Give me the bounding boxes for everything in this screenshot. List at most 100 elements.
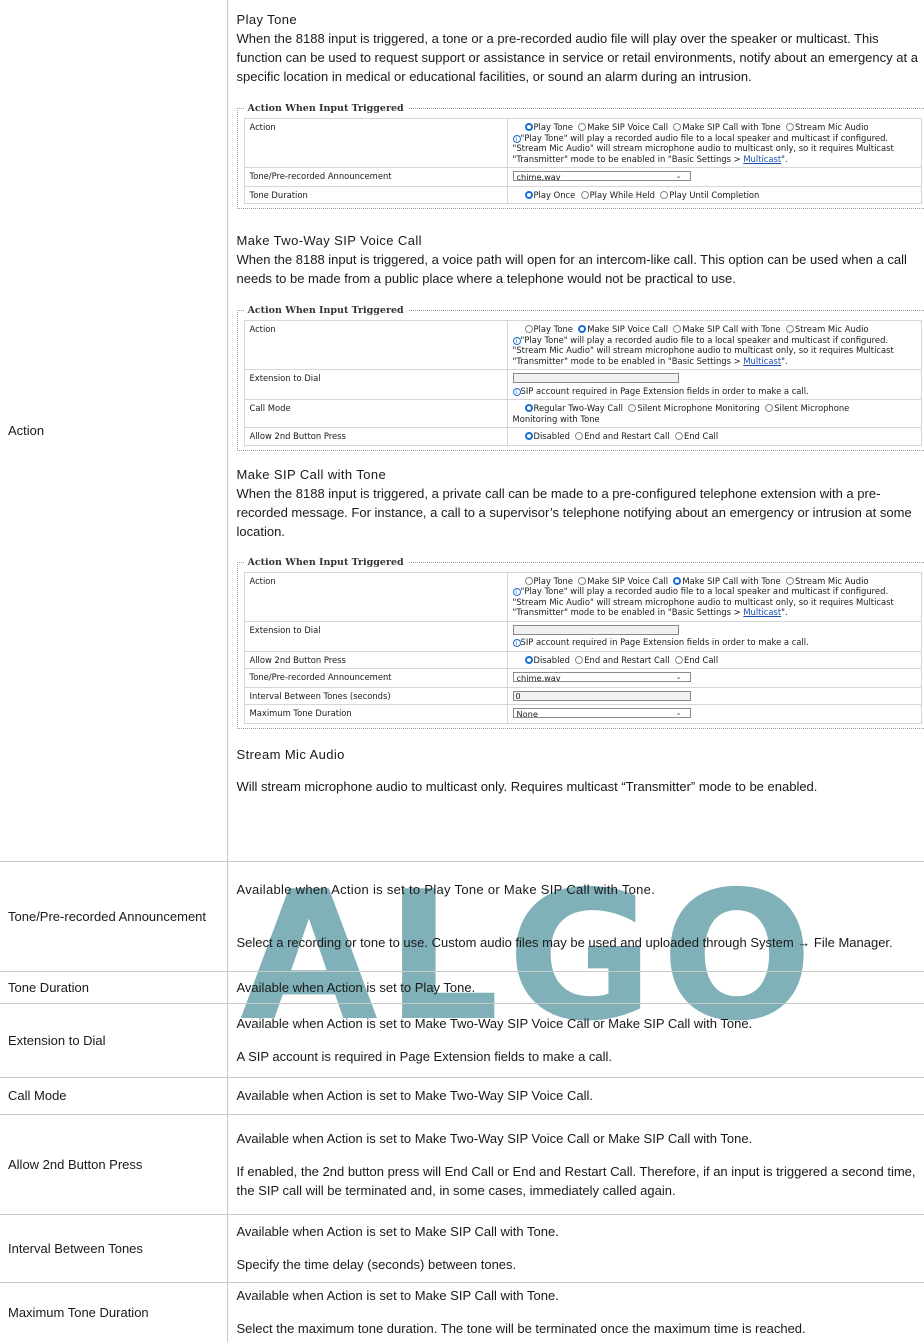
- panel-legend: Action When Input Triggered: [247, 556, 404, 568]
- chevron-down-icon: ⌄: [675, 172, 682, 180]
- row-label-max: Maximum Tone Duration: [0, 1282, 228, 1342]
- table-row: Extension to Dial Available when Action …: [0, 1003, 924, 1078]
- table-row: Allow 2nd Button Press Available when Ac…: [0, 1114, 924, 1215]
- stream-mic-body: Will stream microphone audio to multicas…: [236, 778, 818, 794]
- row-description: Available when Action is set to Make Two…: [227, 1114, 924, 1215]
- field-label: Action: [243, 320, 508, 370]
- row-label-tone: Tone/Pre-recorded Announcement: [0, 861, 228, 972]
- extension-input[interactable]: [512, 624, 679, 635]
- radio-icon[interactable]: [580, 190, 589, 199]
- sip-tone-body: When the 8188 input is triggered, a priv…: [236, 485, 912, 539]
- radio-icon[interactable]: [524, 655, 533, 664]
- radio-icon[interactable]: [674, 432, 683, 440]
- radio-icon[interactable]: [524, 404, 533, 412]
- field-label: Maximum Tone Duration: [243, 704, 508, 724]
- radio-icon[interactable]: [524, 123, 533, 131]
- row-label-call-mode: Call Mode: [0, 1077, 228, 1115]
- info-icon: i: [512, 387, 521, 396]
- field-label: Allow 2nd Button Press: [243, 650, 508, 669]
- field-label: Action: [243, 118, 508, 168]
- play-tone-body: When the 8188 input is triggered, a tone…: [236, 31, 918, 84]
- chevron-down-icon: ⌄: [675, 709, 682, 717]
- radio-icon[interactable]: [673, 123, 682, 131]
- radio-icon[interactable]: [524, 190, 533, 199]
- action-radio-group[interactable]: Play Tone Make SIP Voice Call Make SIP C…: [506, 571, 922, 622]
- radio-icon[interactable]: [673, 325, 682, 333]
- tone-select[interactable]: chime.wav ⌄: [512, 672, 691, 683]
- duration-radio-group[interactable]: Play Once Play While Held Play Until Com…: [506, 185, 922, 204]
- row-label-extension: Extension to Dial: [0, 1003, 228, 1078]
- table-row: Maximum Tone Duration Available when Act…: [0, 1282, 924, 1342]
- radio-icon[interactable]: [660, 190, 669, 199]
- two-way-title: Make Two-Way SIP Voice Call: [236, 233, 422, 248]
- settings-description-table: Action Play Tone When the 8188 input is …: [0, 0, 924, 1342]
- table-row: Action Play Tone When the 8188 input is …: [0, 0, 924, 862]
- press-radio-group[interactable]: Disabled End and Restart Call End Call: [506, 650, 922, 669]
- stream-mic-title: Stream Mic Audio: [236, 746, 345, 762]
- field-label: Action: [243, 571, 508, 622]
- field-label: Extension to Dial: [243, 369, 508, 400]
- table-row: Interval Between Tones Available when Ac…: [0, 1214, 924, 1283]
- row-description: Available when Action is set to Make SIP…: [236, 1288, 806, 1337]
- multicast-link[interactable]: Multicast: [743, 356, 781, 366]
- row-description: Available when Action is set to Make SIP…: [227, 1214, 924, 1283]
- field-label: Extension to Dial: [243, 620, 508, 652]
- action-radio-group[interactable]: Play Tone Make SIP Voice Call Make SIP C…: [506, 118, 922, 168]
- row-label-action: Action: [0, 0, 228, 862]
- action-radio-group[interactable]: Play Tone Make SIP Voice Call Make SIP C…: [506, 320, 922, 370]
- play-tone-panel: Action When Input Triggered Action Play …: [236, 99, 924, 209]
- extension-input[interactable]: [512, 373, 679, 383]
- panel-legend: Action When Input Triggered: [247, 103, 404, 114]
- play-tone-title: Play Tone: [236, 12, 297, 27]
- radio-icon[interactable]: [578, 325, 587, 333]
- row-description: Available when Action is set to Make Two…: [227, 1003, 924, 1078]
- chevron-down-icon: ⌄: [675, 673, 682, 681]
- radio-icon[interactable]: [578, 123, 587, 131]
- info-icon: i: [512, 639, 521, 647]
- field-label: Tone Duration: [243, 185, 508, 204]
- field-label: Allow 2nd Button Press: [243, 427, 508, 446]
- row-label-duration: Tone Duration: [0, 971, 228, 1004]
- field-label: Interval Between Tones (seconds): [243, 686, 508, 705]
- two-way-body: When the 8188 input is triggered, a voic…: [236, 252, 907, 286]
- multicast-link[interactable]: Multicast: [743, 154, 781, 164]
- radio-icon[interactable]: [674, 655, 683, 664]
- radio-icon[interactable]: [524, 576, 533, 585]
- action-description: Play Tone When the 8188 input is trigger…: [227, 0, 924, 862]
- info-icon: i: [512, 588, 521, 596]
- info-icon: i: [512, 336, 521, 345]
- row-description: Available when Action is set to Make Two…: [227, 1077, 924, 1115]
- two-way-panel: Action When Input Triggered Action Play …: [236, 301, 924, 451]
- row-label-press: Allow 2nd Button Press: [0, 1114, 228, 1215]
- sip-tone-panel: Action When Input Triggered Action Play …: [236, 552, 924, 729]
- multicast-link[interactable]: Multicast: [743, 607, 781, 617]
- sip-tone-title: Make SIP Call with Tone: [236, 466, 387, 482]
- field-label: Tone/Pre-recorded Announcement: [243, 668, 508, 688]
- panel-legend: Action When Input Triggered: [247, 305, 404, 316]
- table-row: Tone Duration Available when Action is s…: [0, 971, 924, 1004]
- radio-icon[interactable]: [785, 123, 794, 131]
- table-row: Tone/Pre-recorded Announcement Available…: [0, 861, 924, 972]
- radio-icon[interactable]: [765, 404, 774, 412]
- radio-icon[interactable]: [575, 655, 584, 664]
- radio-icon[interactable]: [673, 576, 682, 585]
- radio-icon[interactable]: [628, 404, 637, 412]
- radio-icon[interactable]: [575, 432, 584, 440]
- radio-icon[interactable]: [785, 576, 794, 585]
- interval-input[interactable]: 0: [512, 690, 691, 701]
- press-radio-group[interactable]: Disabled End and Restart Call End Call: [506, 427, 922, 446]
- call-mode-radio-group[interactable]: Regular Two-Way Call Silent Microphone M…: [506, 399, 922, 428]
- tone-select[interactable]: chime.wav ⌄: [512, 171, 691, 182]
- row-description: Available when Action is set to Play Ton…: [227, 861, 924, 972]
- radio-icon[interactable]: [524, 432, 533, 440]
- row-description: Available when Action is set to Play Ton…: [227, 971, 924, 1004]
- info-icon: i: [512, 134, 521, 143]
- max-duration-select[interactable]: None ⌄: [512, 708, 691, 719]
- field-label: Tone/Pre-recorded Announcement: [243, 167, 508, 187]
- radio-icon[interactable]: [578, 576, 587, 585]
- field-label: Call Mode: [243, 399, 508, 428]
- radio-icon[interactable]: [524, 325, 533, 333]
- table-row: Call Mode Available when Action is set t…: [0, 1077, 924, 1115]
- row-label-interval: Interval Between Tones: [0, 1214, 228, 1283]
- radio-icon[interactable]: [785, 325, 794, 333]
